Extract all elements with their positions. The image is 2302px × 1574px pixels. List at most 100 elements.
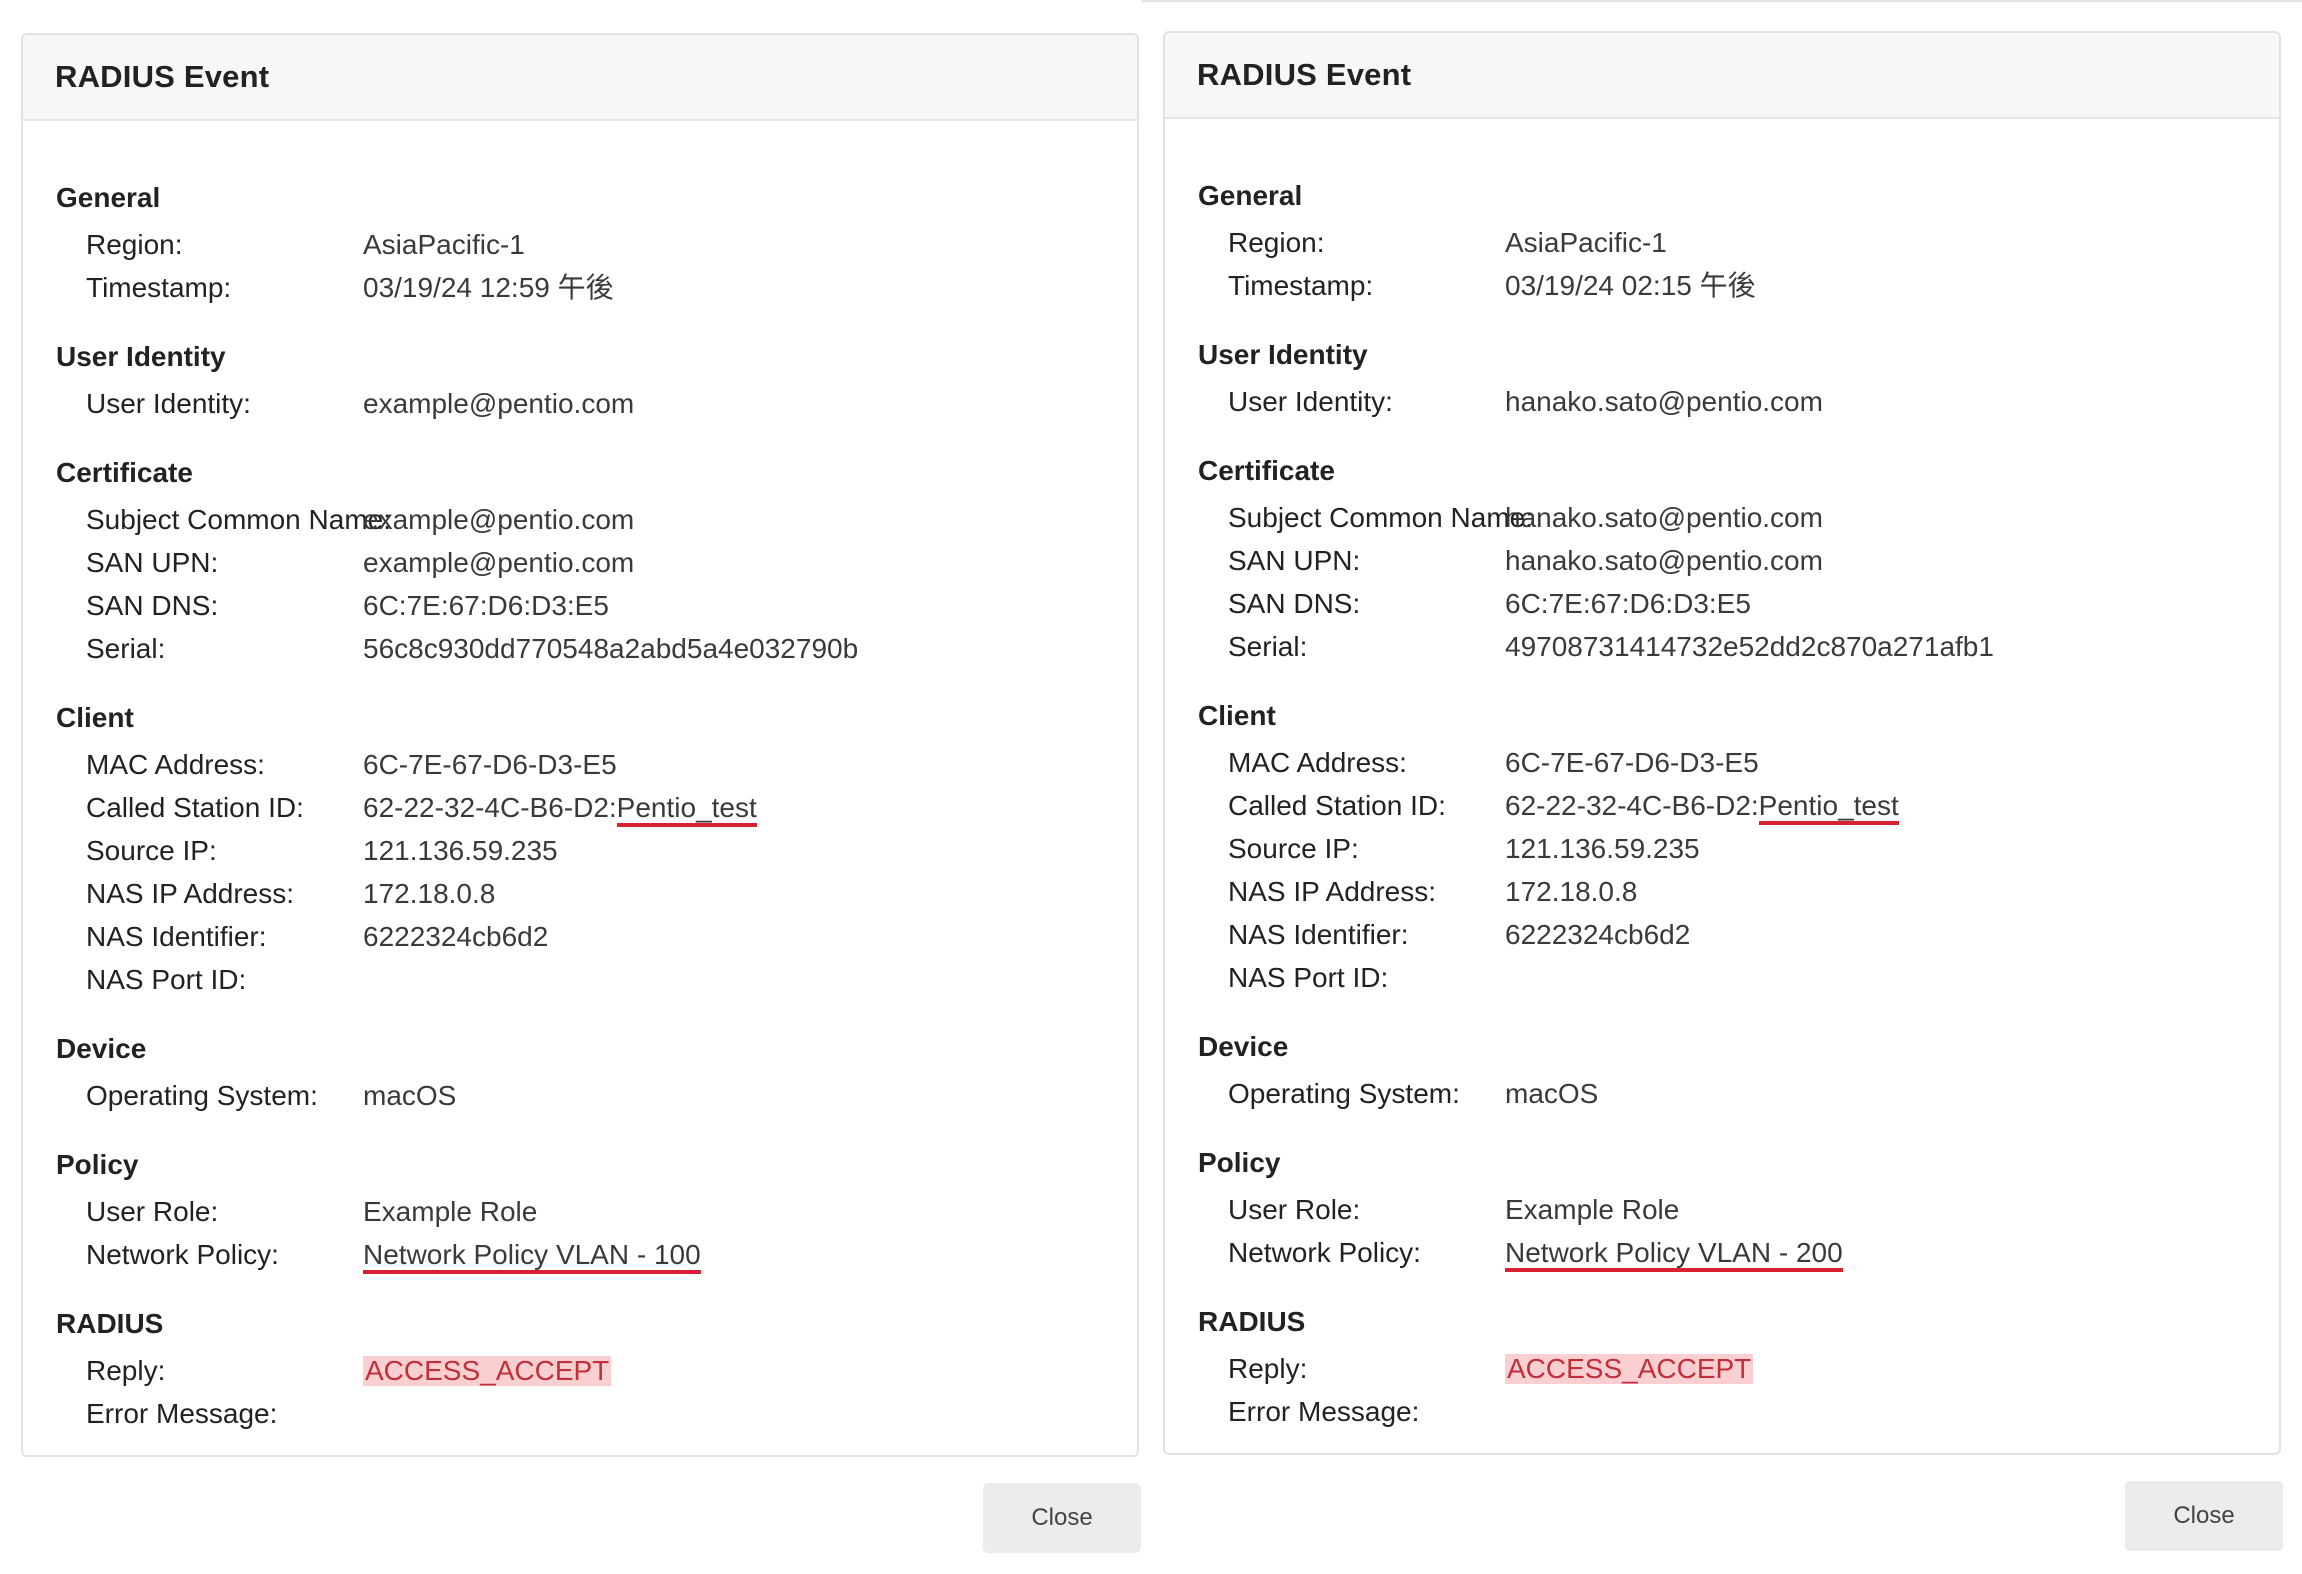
section-heading: RADIUS <box>56 1308 164 1339</box>
timestamp-value: 03/19/24 02:15 午後 <box>1505 270 1756 301</box>
network-policy-text: Network Policy VLAN - 200 <box>1505 1238 1843 1272</box>
detail-row-subject-cn: Subject Common Name: hanako.sato@pentio.… <box>1198 496 2279 539</box>
radius-event-pane-left: RADIUS Event General Region: AsiaPacific… <box>21 0 1141 1574</box>
radius-event-pane-right: RADIUS Event General Region: AsiaPacific… <box>1163 0 2283 1574</box>
detail-row-san-upn: SAN UPN: hanako.sato@pentio.com <box>1198 539 2279 582</box>
detail-row-region: Region: AsiaPacific-1 <box>56 223 1137 266</box>
detail-row-reply: Reply: ACCESS_ACCEPT <box>56 1349 1137 1392</box>
reply-badge: ACCESS_ACCEPT <box>363 1355 612 1386</box>
called-station-prefix: 62-22-32-4C-B6-D2: <box>1505 790 1759 821</box>
detail-row-os: Operating System: macOS <box>1198 1072 2279 1115</box>
detail-row-mac: MAC Address: 6C-7E-67-D6-D3-E5 <box>56 743 1137 786</box>
detail-row-error-message: Error Message: <box>56 1392 1137 1435</box>
reply-badge: ACCESS_ACCEPT <box>1505 1353 1754 1384</box>
detail-row-reply: Reply: ACCESS_ACCEPT <box>1198 1347 2279 1390</box>
section-heading: Policy <box>1198 1147 1281 1178</box>
field-label: Timestamp: <box>86 272 232 303</box>
field-label: User Role: <box>86 1196 219 1227</box>
detail-row-nas-port: NAS Port ID: <box>56 958 1137 1001</box>
detail-row-source-ip: Source IP: 121.136.59.235 <box>1198 827 2279 870</box>
user-identity-value: example@pentio.com <box>363 388 635 419</box>
section-policy: Policy User Role: Example Role Network P… <box>1198 1146 2279 1274</box>
source-ip-value: 121.136.59.235 <box>363 835 558 866</box>
region-value: AsiaPacific-1 <box>363 229 525 260</box>
section-user-identity: User Identity User Identity: hanako.sato… <box>1198 338 2279 423</box>
detail-row-timestamp: Timestamp: 03/19/24 12:59 午後 <box>56 266 1137 309</box>
section-heading: Client <box>56 702 134 733</box>
dialog-body: General Region: AsiaPacific-1 Timestamp:… <box>23 121 1137 1435</box>
detail-row-called-station: Called Station ID: 62-22-32-4C-B6-D2:Pen… <box>1198 784 2279 827</box>
section-device: Device Operating System: macOS <box>56 1032 1137 1117</box>
field-label: SAN DNS: <box>86 590 219 621</box>
san-upn-value: hanako.sato@pentio.com <box>1505 545 1823 576</box>
field-label: NAS IP Address: <box>86 878 295 909</box>
section-general: General Region: AsiaPacific-1 Timestamp:… <box>56 181 1137 309</box>
section-heading: General <box>1198 180 1303 211</box>
detail-row-mac: MAC Address: 6C-7E-67-D6-D3-E5 <box>1198 741 2279 784</box>
detail-row-user-role: User Role: Example Role <box>56 1190 1137 1233</box>
os-value: macOS <box>363 1080 457 1111</box>
reply-value: ACCESS_ACCEPT <box>1505 1347 1754 1390</box>
called-station-prefix: 62-22-32-4C-B6-D2: <box>363 792 617 823</box>
field-label: Operating System: <box>1228 1078 1460 1109</box>
detail-row-user-role: User Role: Example Role <box>1198 1188 2279 1231</box>
subject-cn-value: example@pentio.com <box>363 504 635 535</box>
timestamp-value: 03/19/24 12:59 午後 <box>363 272 614 303</box>
section-radius: RADIUS Reply: ACCESS_ACCEPT Error Messag… <box>56 1307 1137 1435</box>
field-label: Reply: <box>1228 1353 1308 1384</box>
detail-row-user-identity: User Identity: example@pentio.com <box>56 382 1137 425</box>
section-user-identity: User Identity User Identity: example@pen… <box>56 340 1137 425</box>
field-label: NAS Identifier: <box>1228 919 1409 950</box>
section-policy: Policy User Role: Example Role Network P… <box>56 1148 1137 1276</box>
section-heading: Device <box>56 1033 147 1064</box>
detail-row-nas-port: NAS Port ID: <box>1198 956 2279 999</box>
field-label: Error Message: <box>86 1398 278 1429</box>
detail-row-os: Operating System: macOS <box>56 1074 1137 1117</box>
field-label: Source IP: <box>86 835 217 866</box>
user-identity-value: hanako.sato@pentio.com <box>1505 386 1823 417</box>
dialog-title: RADIUS Event <box>55 59 270 94</box>
section-heading: Certificate <box>56 457 193 488</box>
field-label: Serial: <box>1228 631 1308 662</box>
dialog-body: General Region: AsiaPacific-1 Timestamp:… <box>1165 119 2279 1433</box>
detail-row-subject-cn: Subject Common Name: example@pentio.com <box>56 498 1137 541</box>
field-label: Subject Common Name: <box>86 504 392 535</box>
detail-row-serial: Serial: 56c8c930dd770548a2abd5a4e032790b <box>56 627 1137 670</box>
san-dns-value: 6C:7E:67:D6:D3:E5 <box>1505 588 1751 619</box>
field-label: NAS Identifier: <box>86 921 267 952</box>
dialog-header: RADIUS Event <box>1165 33 2279 119</box>
nas-ip-value: 172.18.0.8 <box>1505 876 1638 907</box>
field-label: Subject Common Name: <box>1228 502 1534 533</box>
network-policy-value: Network Policy VLAN - 100 <box>363 1233 701 1276</box>
radius-event-dialog: RADIUS Event General Region: AsiaPacific… <box>21 33 1139 1457</box>
detail-row-nas-ip: NAS IP Address: 172.18.0.8 <box>56 872 1137 915</box>
field-label: SAN DNS: <box>1228 588 1361 619</box>
field-label: User Role: <box>1228 1194 1361 1225</box>
section-heading: Device <box>1198 1031 1289 1062</box>
section-heading: General <box>56 182 161 213</box>
field-label: Operating System: <box>86 1080 318 1111</box>
field-label: Called Station ID: <box>1228 790 1446 821</box>
section-heading: Policy <box>56 1149 139 1180</box>
field-label: Reply: <box>86 1355 166 1386</box>
serial-value: 56c8c930dd770548a2abd5a4e032790b <box>363 633 859 664</box>
detail-row-san-dns: SAN DNS: 6C:7E:67:D6:D3:E5 <box>1198 582 2279 625</box>
section-client: Client MAC Address: 6C-7E-67-D6-D3-E5 Ca… <box>56 701 1137 1001</box>
section-heading: User Identity <box>1198 339 1368 370</box>
section-heading: Client <box>1198 700 1276 731</box>
subject-cn-value: hanako.sato@pentio.com <box>1505 502 1823 533</box>
field-label: SAN UPN: <box>86 547 219 578</box>
detail-row-error-message: Error Message: <box>1198 1390 2279 1433</box>
dialog-header: RADIUS Event <box>23 35 1137 121</box>
section-certificate: Certificate Subject Common Name: example… <box>56 456 1137 670</box>
called-station-ssid: Pentio_test <box>1758 791 1899 825</box>
nas-ip-value: 172.18.0.8 <box>363 878 496 909</box>
close-button[interactable]: Close <box>983 1483 1141 1553</box>
field-label: User Identity: <box>1228 386 1393 417</box>
close-button[interactable]: Close <box>2125 1481 2283 1551</box>
field-label: Called Station ID: <box>86 792 304 823</box>
network-policy-value: Network Policy VLAN - 200 <box>1505 1231 1843 1274</box>
detail-row-user-identity: User Identity: hanako.sato@pentio.com <box>1198 380 2279 423</box>
serial-value: 49708731414732e52dd2c870a271afb1 <box>1505 631 1994 662</box>
detail-row-nas-ip: NAS IP Address: 172.18.0.8 <box>1198 870 2279 913</box>
